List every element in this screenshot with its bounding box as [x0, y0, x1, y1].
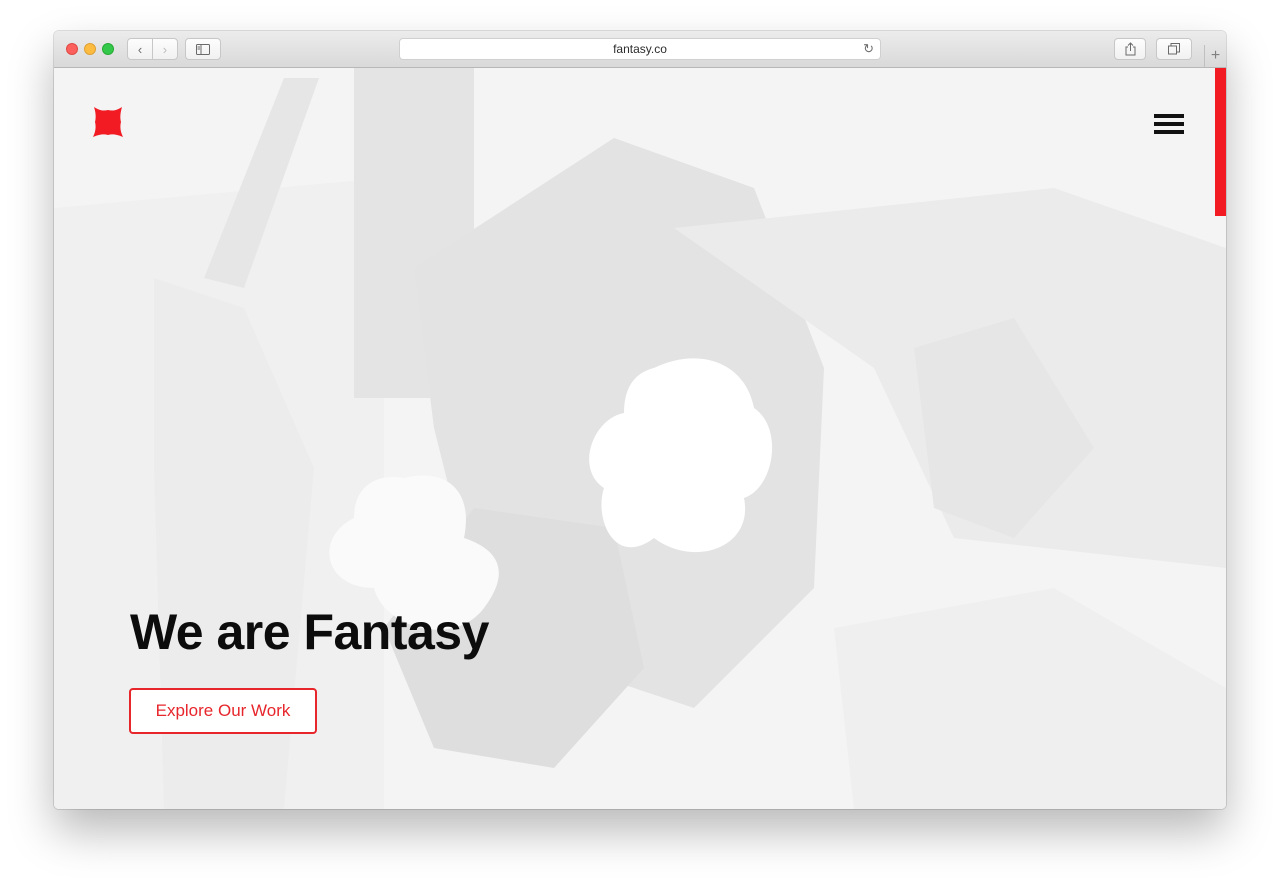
tab-overview-button[interactable]: [1156, 38, 1192, 60]
history-navigation: ‹ ›: [127, 38, 178, 60]
tabs-overview-icon: [1168, 43, 1180, 55]
menu-line: [1154, 114, 1184, 118]
plus-icon[interactable]: +: [1204, 45, 1226, 67]
browser-window: ‹ › fantasy.co ↻ + We are Fantasy Explor…: [54, 31, 1226, 809]
scroll-progress-indicator: [1215, 68, 1226, 216]
hero-title: We are Fantasy: [130, 604, 489, 660]
reload-icon[interactable]: ↻: [863, 41, 874, 57]
share-icon: [1125, 42, 1135, 56]
chevron-right-icon[interactable]: ›: [153, 42, 177, 57]
fantasy-logo-icon[interactable]: [90, 104, 126, 140]
menu-line: [1154, 122, 1184, 126]
page-content: We are Fantasy Explore Our Work: [54, 68, 1226, 809]
menu-line: [1154, 130, 1184, 134]
chevron-left-icon[interactable]: ‹: [128, 42, 152, 57]
sidebar-toggle-button[interactable]: [185, 38, 221, 60]
zoom-window-button[interactable]: [102, 43, 114, 55]
hamburger-menu-icon[interactable]: [1154, 114, 1186, 136]
url-text: fantasy.co: [613, 42, 667, 56]
address-bar[interactable]: fantasy.co ↻: [399, 38, 881, 60]
sidebar-icon: [196, 43, 210, 55]
browser-toolbar: ‹ › fantasy.co ↻ +: [54, 31, 1226, 68]
minimize-window-button[interactable]: [84, 43, 96, 55]
share-button[interactable]: [1114, 38, 1146, 60]
explore-our-work-button[interactable]: Explore Our Work: [129, 688, 317, 734]
close-window-button[interactable]: [66, 43, 78, 55]
